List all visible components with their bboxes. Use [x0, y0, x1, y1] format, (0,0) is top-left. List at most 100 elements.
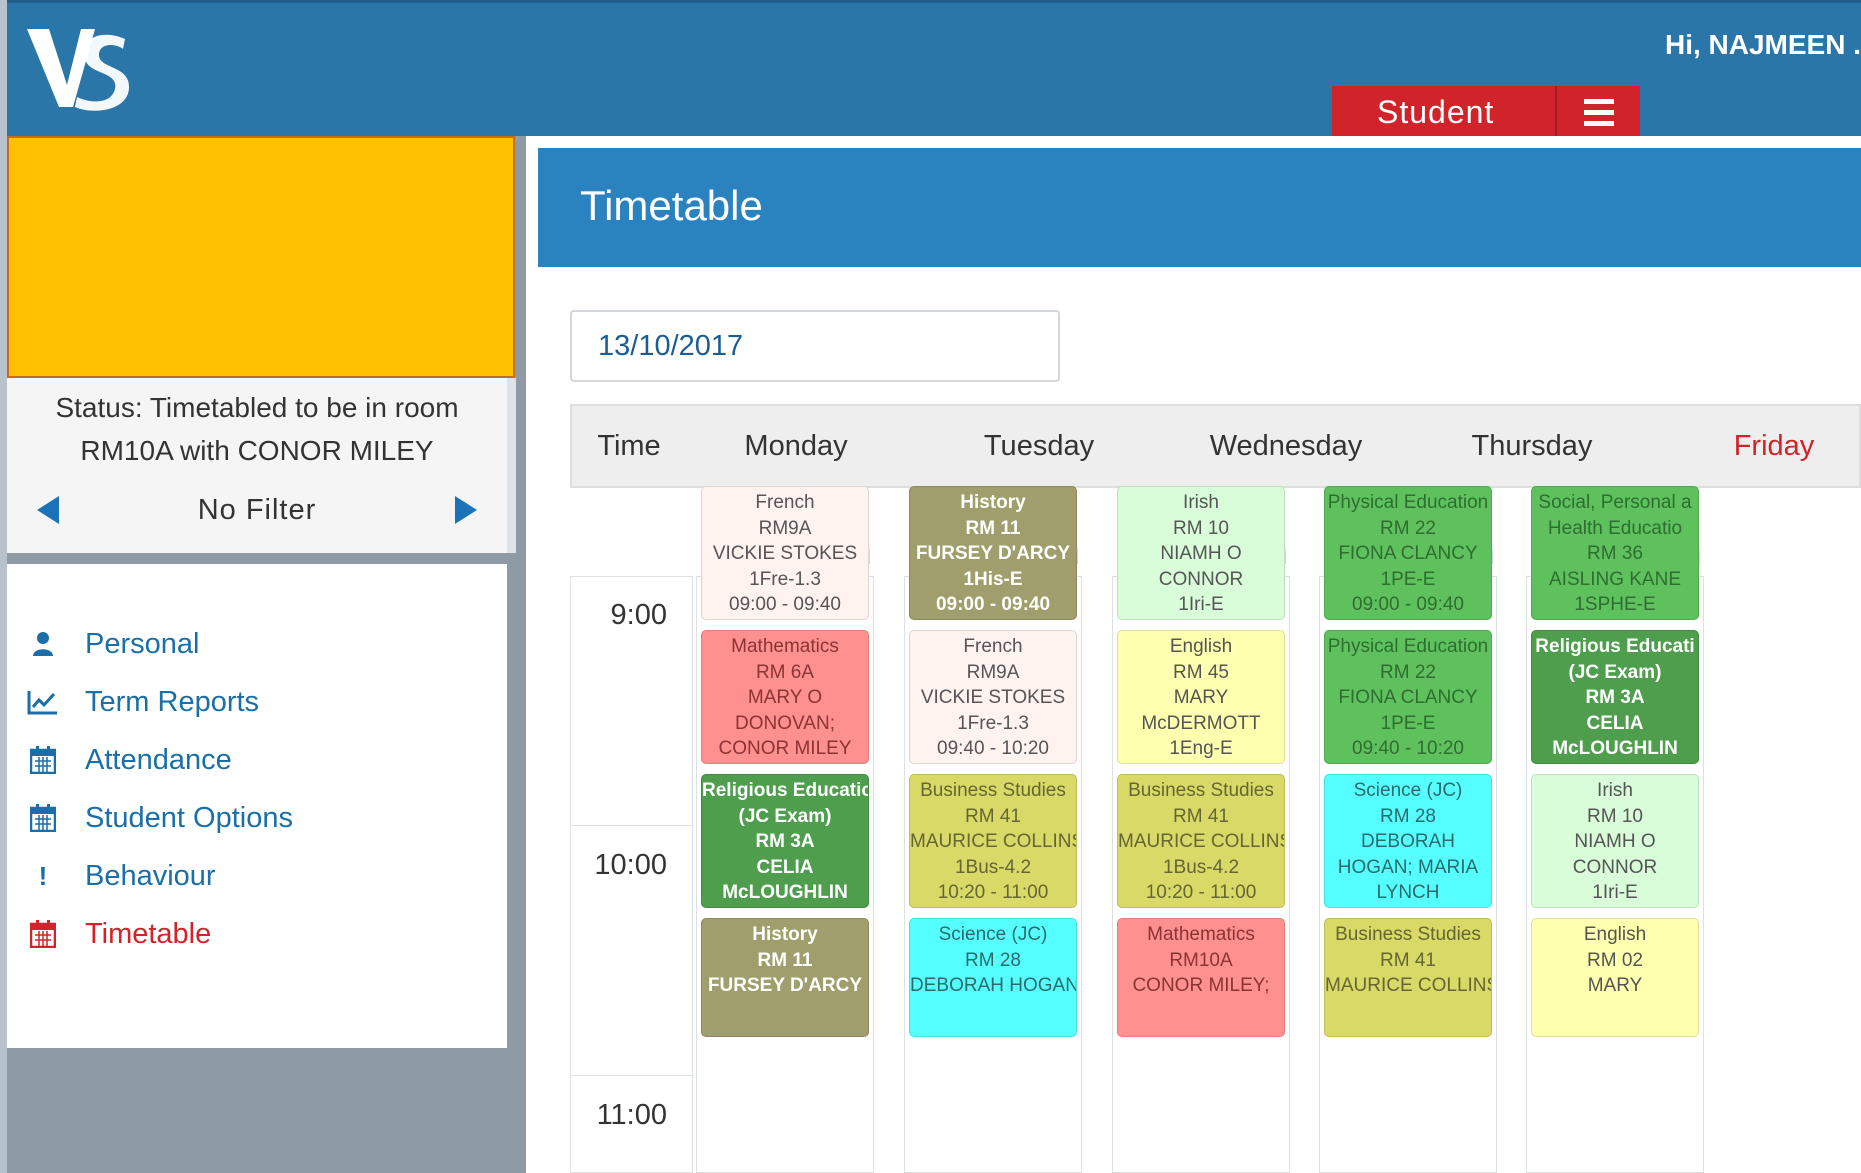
lesson-text: English	[1583, 924, 1647, 945]
sidebar-item-student-options[interactable]: Student Options	[27, 798, 293, 838]
status-line-2: RM10A with CONOR MILEY	[80, 435, 434, 466]
lesson-cell[interactable]: History RM 11 FURSEY D'ARCY	[701, 918, 869, 1037]
lesson-text: CONOR MILEY;	[1132, 975, 1270, 996]
lesson-text: Business Studies	[1335, 924, 1481, 945]
sidebar-item-label: Timetable	[85, 917, 212, 950]
lesson-text: RM 41	[965, 805, 1021, 827]
calendar-icon	[27, 802, 59, 834]
lesson-cell[interactable]: Physical Education RM 22 FIONA CLANCY 1PE-E…	[1324, 486, 1492, 620]
lesson-text: Religious Educati	[1535, 636, 1695, 657]
sidebar-item-behaviour[interactable]: ! Behaviour	[27, 856, 216, 896]
lesson-text: MARY	[1173, 687, 1229, 708]
lesson-text: 09:00 - 09:40	[1532, 618, 1698, 620]
lesson-cell[interactable]: Irish RM 10 NIAMH O CONNOR 1Iri-E 09:00 - 09:…	[1117, 486, 1285, 620]
header-wednesday: Wednesday	[1209, 429, 1363, 462]
lesson-cell[interactable]: Religious Education (JC Exam) RM 3A CELIA Mc…	[701, 774, 869, 908]
previous-filter-icon[interactable]	[37, 496, 59, 524]
lesson-text: RM 41	[1380, 949, 1436, 971]
lesson-text: MAURICE COLLINS	[1325, 975, 1492, 996]
lesson-text: RM 36	[1587, 543, 1643, 564]
lesson-cell[interactable]: Business Studies RM 41 MAURICE COLLINS	[1324, 918, 1492, 1037]
lesson-cell[interactable]: Business Studies RM 41 MAURICE COLLINS 1Bus…	[1117, 774, 1285, 908]
next-filter-icon[interactable]	[455, 496, 477, 524]
lesson-text: McLOUGHLIN	[1552, 738, 1678, 759]
time-label: 10:00	[594, 849, 667, 881]
header-time: Time	[597, 429, 661, 462]
lesson-cell[interactable]: French RM9A VICKIE STOKES 1Fre-1.3 09:40 - 1…	[909, 630, 1077, 764]
lesson-text: Social, Personal a	[1538, 492, 1692, 513]
lesson-text: 1Rel-E	[702, 906, 868, 908]
user-greeting[interactable]: Hi, NAJMEEN .	[1665, 29, 1861, 61]
lesson-cell[interactable]: History RM 11 FURSEY D'ARCY 1His-E 09:00 - 0…	[909, 486, 1077, 620]
date-picker-input[interactable]: 13/10/2017	[570, 310, 1060, 382]
lesson-text: RM 11	[757, 949, 813, 971]
role-button[interactable]: Student	[1332, 86, 1555, 138]
lesson-text: Irish	[1183, 492, 1219, 513]
lesson-text: FIONA CLANCY	[1338, 543, 1478, 564]
lesson-text: CONOR MILEY	[718, 738, 852, 759]
sidebar-item-term-reports[interactable]: Term Reports	[27, 682, 259, 722]
user-icon	[27, 628, 59, 660]
hamburger-icon	[1583, 96, 1614, 129]
lesson-text: RM 28	[1380, 805, 1436, 827]
lesson-cell[interactable]: Science (JC) RM 28 DEBORAH HOGAN; MARIA LYNC…	[1324, 774, 1492, 908]
lesson-text: English	[1169, 636, 1233, 657]
sidebar-nav: Personal Term Reports Attendance Student…	[7, 564, 507, 1048]
lesson-text: 1Fre-1.3	[749, 568, 821, 590]
lesson-text: 09:00 - 09:40	[1118, 618, 1284, 620]
lesson-text: French	[963, 636, 1023, 657]
lesson-text: 1Bus-4.2	[954, 856, 1032, 878]
lesson-cell[interactable]: Physical Education RM 22 FIONA CLANCY 1PE-E…	[1324, 630, 1492, 764]
exclamation-icon: !	[38, 860, 48, 891]
lesson-text: Science (JC)	[1353, 780, 1463, 801]
lesson-text: LYNCH	[1376, 882, 1440, 903]
vs-logo[interactable]	[23, 27, 133, 111]
time-label: 11:00	[596, 1099, 667, 1131]
lesson-text: VICKIE STOKES	[920, 687, 1066, 708]
lesson-text: MARY O	[747, 687, 823, 708]
sidebar-item-timetable[interactable]: Timetable	[27, 914, 211, 954]
hamburger-menu-button[interactable]	[1555, 86, 1640, 138]
lesson-cell[interactable]: Irish RM 10 NIAMH O CONNOR 1Iri-E 10:20 - 11:…	[1531, 774, 1699, 908]
lesson-text: NIAMH O	[1160, 543, 1242, 564]
lesson-text: HOGAN; MARIA	[1337, 856, 1479, 878]
lesson-text: History	[752, 924, 818, 945]
lesson-text: DONOVAN;	[735, 712, 835, 734]
page-title: Timetable	[580, 182, 763, 229]
lesson-cell[interactable]: Religious Educati (JC Exam) RM 3A CELIA McLO…	[1531, 630, 1699, 764]
lesson-text: RM 6A	[755, 661, 815, 683]
lesson-text: RM 11	[965, 517, 1021, 539]
sidebar-item-attendance[interactable]: Attendance	[27, 740, 232, 780]
lesson-text: RM 45	[1173, 661, 1229, 683]
lesson-cell[interactable]: English RM 45 MARY McDERMOTT 1Eng-E 09:40 - 1…	[1117, 630, 1285, 764]
top-bar: Hi, NAJMEEN . Student	[7, 0, 1861, 139]
sidebar-item-personal[interactable]: Personal	[27, 624, 199, 664]
lesson-cell[interactable]: Social, Personal a Health Educatio RM 36 AI…	[1531, 486, 1699, 620]
header-thursday: Thursday	[1471, 429, 1593, 462]
status-panel: Status: Timetabled to be in room RM10A w…	[7, 378, 516, 553]
lesson-text: RM 28	[965, 949, 1021, 971]
lesson-text: RM 10	[1587, 805, 1643, 827]
lesson-text: MAURICE COLLINS	[910, 831, 1077, 852]
lesson-text: RM 41	[1173, 805, 1229, 827]
calendar-icon	[27, 744, 59, 776]
time-label: 9:00	[610, 599, 667, 631]
lesson-cell[interactable]: Business Studies RM 41 MAURICE COLLINS 1Bus…	[909, 774, 1077, 908]
lesson-text: 1Rel-E	[1532, 762, 1698, 764]
lesson-text: FURSEY D'ARCY	[915, 543, 1071, 564]
lesson-text: CONNOR	[1158, 568, 1244, 590]
lesson-text: Physical Education	[1327, 636, 1489, 657]
lesson-cell[interactable]: French RM9A VICKIE STOKES 1Fre-1.3 09:00 - 0…	[701, 486, 869, 620]
lesson-text: CELIA	[1586, 712, 1644, 734]
lesson-text: French	[755, 492, 815, 513]
line-chart-icon	[27, 686, 59, 718]
time-column: 9:00 10:00 11:00	[570, 576, 694, 1173]
lesson-text: Mathematics	[731, 636, 839, 657]
lesson-cell[interactable]: English RM 02 MARY	[1531, 918, 1699, 1037]
lesson-cell[interactable]: Mathematics RM10A CONOR MILEY;	[1117, 918, 1285, 1037]
status-text: Status: Timetabled to be in room RM10A w…	[7, 386, 507, 472]
lesson-cell[interactable]: Science (JC) RM 28 DEBORAH HOGAN	[909, 918, 1077, 1037]
lesson-cell[interactable]: Mathematics RM 6A MARY O DONOVAN; CONOR MILE…	[701, 630, 869, 764]
lesson-text: 1Eng-E	[1169, 738, 1233, 759]
lesson-text: 1Mat-E	[702, 762, 868, 764]
